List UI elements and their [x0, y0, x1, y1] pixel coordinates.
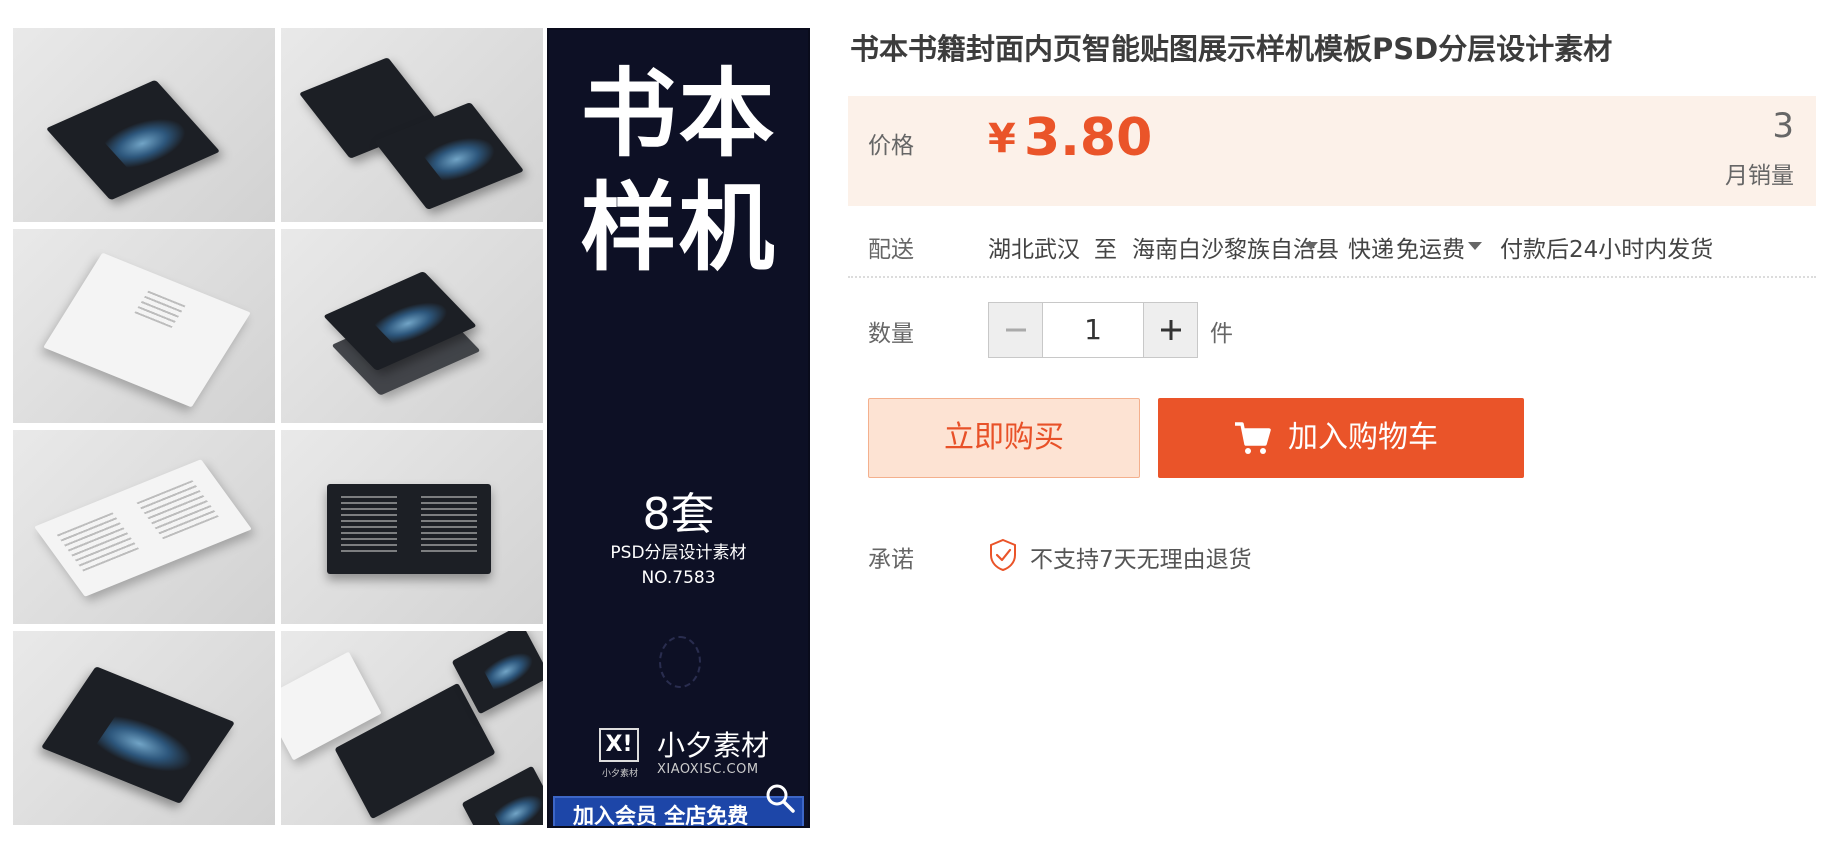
poster-title-line1: 书本 [580, 58, 777, 170]
shipping-dispatch: 付款后24小时内发货 [1500, 237, 1714, 263]
poster-title-line2: 样机 [580, 172, 777, 284]
price-currency: ¥ [988, 116, 1016, 162]
add-to-cart-button[interactable]: 加入购物车 [1158, 398, 1524, 478]
product-gallery: 书本 样机 8套 PSD分层设计素材 NO.7583 X! 小夕素材 小夕素材 … [0, 0, 820, 846]
gallery-thumbnail-3[interactable] [13, 229, 275, 423]
poster-url: XIAOXISC.COM [657, 762, 759, 777]
quantity-decrease-button[interactable] [989, 303, 1043, 357]
shipping-method: 快递 [1348, 237, 1394, 263]
chevron-down-icon[interactable] [1468, 242, 1482, 250]
gallery-thumbnail-8[interactable] [281, 631, 543, 825]
minus-icon [1005, 328, 1026, 332]
quantity-label: 数量 [868, 321, 914, 347]
brand-logo-icon: X! [599, 728, 639, 762]
price-panel: 价格 ¥ 3.80 3 月销量 [848, 96, 1816, 206]
poster-deco-graphic [659, 636, 701, 688]
poster-brand: 小夕素材 [657, 729, 770, 762]
cart-icon [1235, 422, 1271, 454]
quantity-stepper: 1 [988, 302, 1198, 358]
gallery-thumbnail-6[interactable] [281, 430, 543, 624]
shipping-fee-select[interactable]: 免运费 [1396, 230, 1465, 264]
shield-check-icon [990, 538, 1016, 572]
shipping-label: 配送 [868, 237, 914, 263]
price-label: 价格 [868, 133, 914, 159]
quantity-row: 数量 1 件 [848, 278, 1816, 378]
promise-text: 不支持7天无理由退货 [1030, 547, 1252, 573]
quantity-increase-button[interactable] [1143, 303, 1197, 357]
promise-label: 承诺 [868, 547, 914, 573]
buy-now-button[interactable]: 立即购买 [868, 398, 1140, 478]
promise-row: 承诺 不支持7天无理由退货 [848, 520, 1816, 590]
brand-logo-caption: 小夕素材 [601, 769, 638, 779]
monthly-sales-count: 3 [1772, 106, 1794, 146]
gallery-thumbnail-7[interactable] [13, 631, 275, 825]
poster-subtitle: PSD分层设计素材 [610, 543, 747, 563]
poster-count: 8套 [642, 489, 715, 540]
plus-icon [1160, 320, 1181, 340]
gallery-thumbnail-4[interactable] [281, 229, 543, 423]
gallery-main-poster[interactable]: 书本 样机 8套 PSD分层设计素材 NO.7583 X! 小夕素材 小夕素材 … [547, 28, 810, 828]
gallery-thumbnail-1[interactable] [13, 28, 275, 222]
zoom-icon[interactable] [764, 782, 796, 814]
price-value: 3.80 [1024, 108, 1153, 168]
shipping-origin: 湖北武汉 [988, 237, 1080, 263]
poster-number: NO.7583 [641, 568, 716, 588]
quantity-input[interactable]: 1 [1043, 303, 1143, 357]
monthly-sales-label: 月销量 [1725, 163, 1794, 189]
gallery-thumbnail-5[interactable] [13, 430, 275, 624]
add-to-cart-label: 加入购物车 [1288, 420, 1438, 455]
chevron-down-icon[interactable] [1304, 242, 1318, 250]
shipping-row: 配送 湖北武汉 至 海南白沙黎族自治县 快递 免运费 付款后24小时内发货 [848, 206, 1816, 278]
quantity-unit: 件 [1210, 321, 1233, 347]
gallery-thumbnail-2[interactable] [281, 28, 543, 222]
shipping-to: 至 [1094, 237, 1117, 263]
product-title: 书本书籍封面内页智能贴图展示样机模板PSD分层设计素材 [850, 32, 1613, 66]
